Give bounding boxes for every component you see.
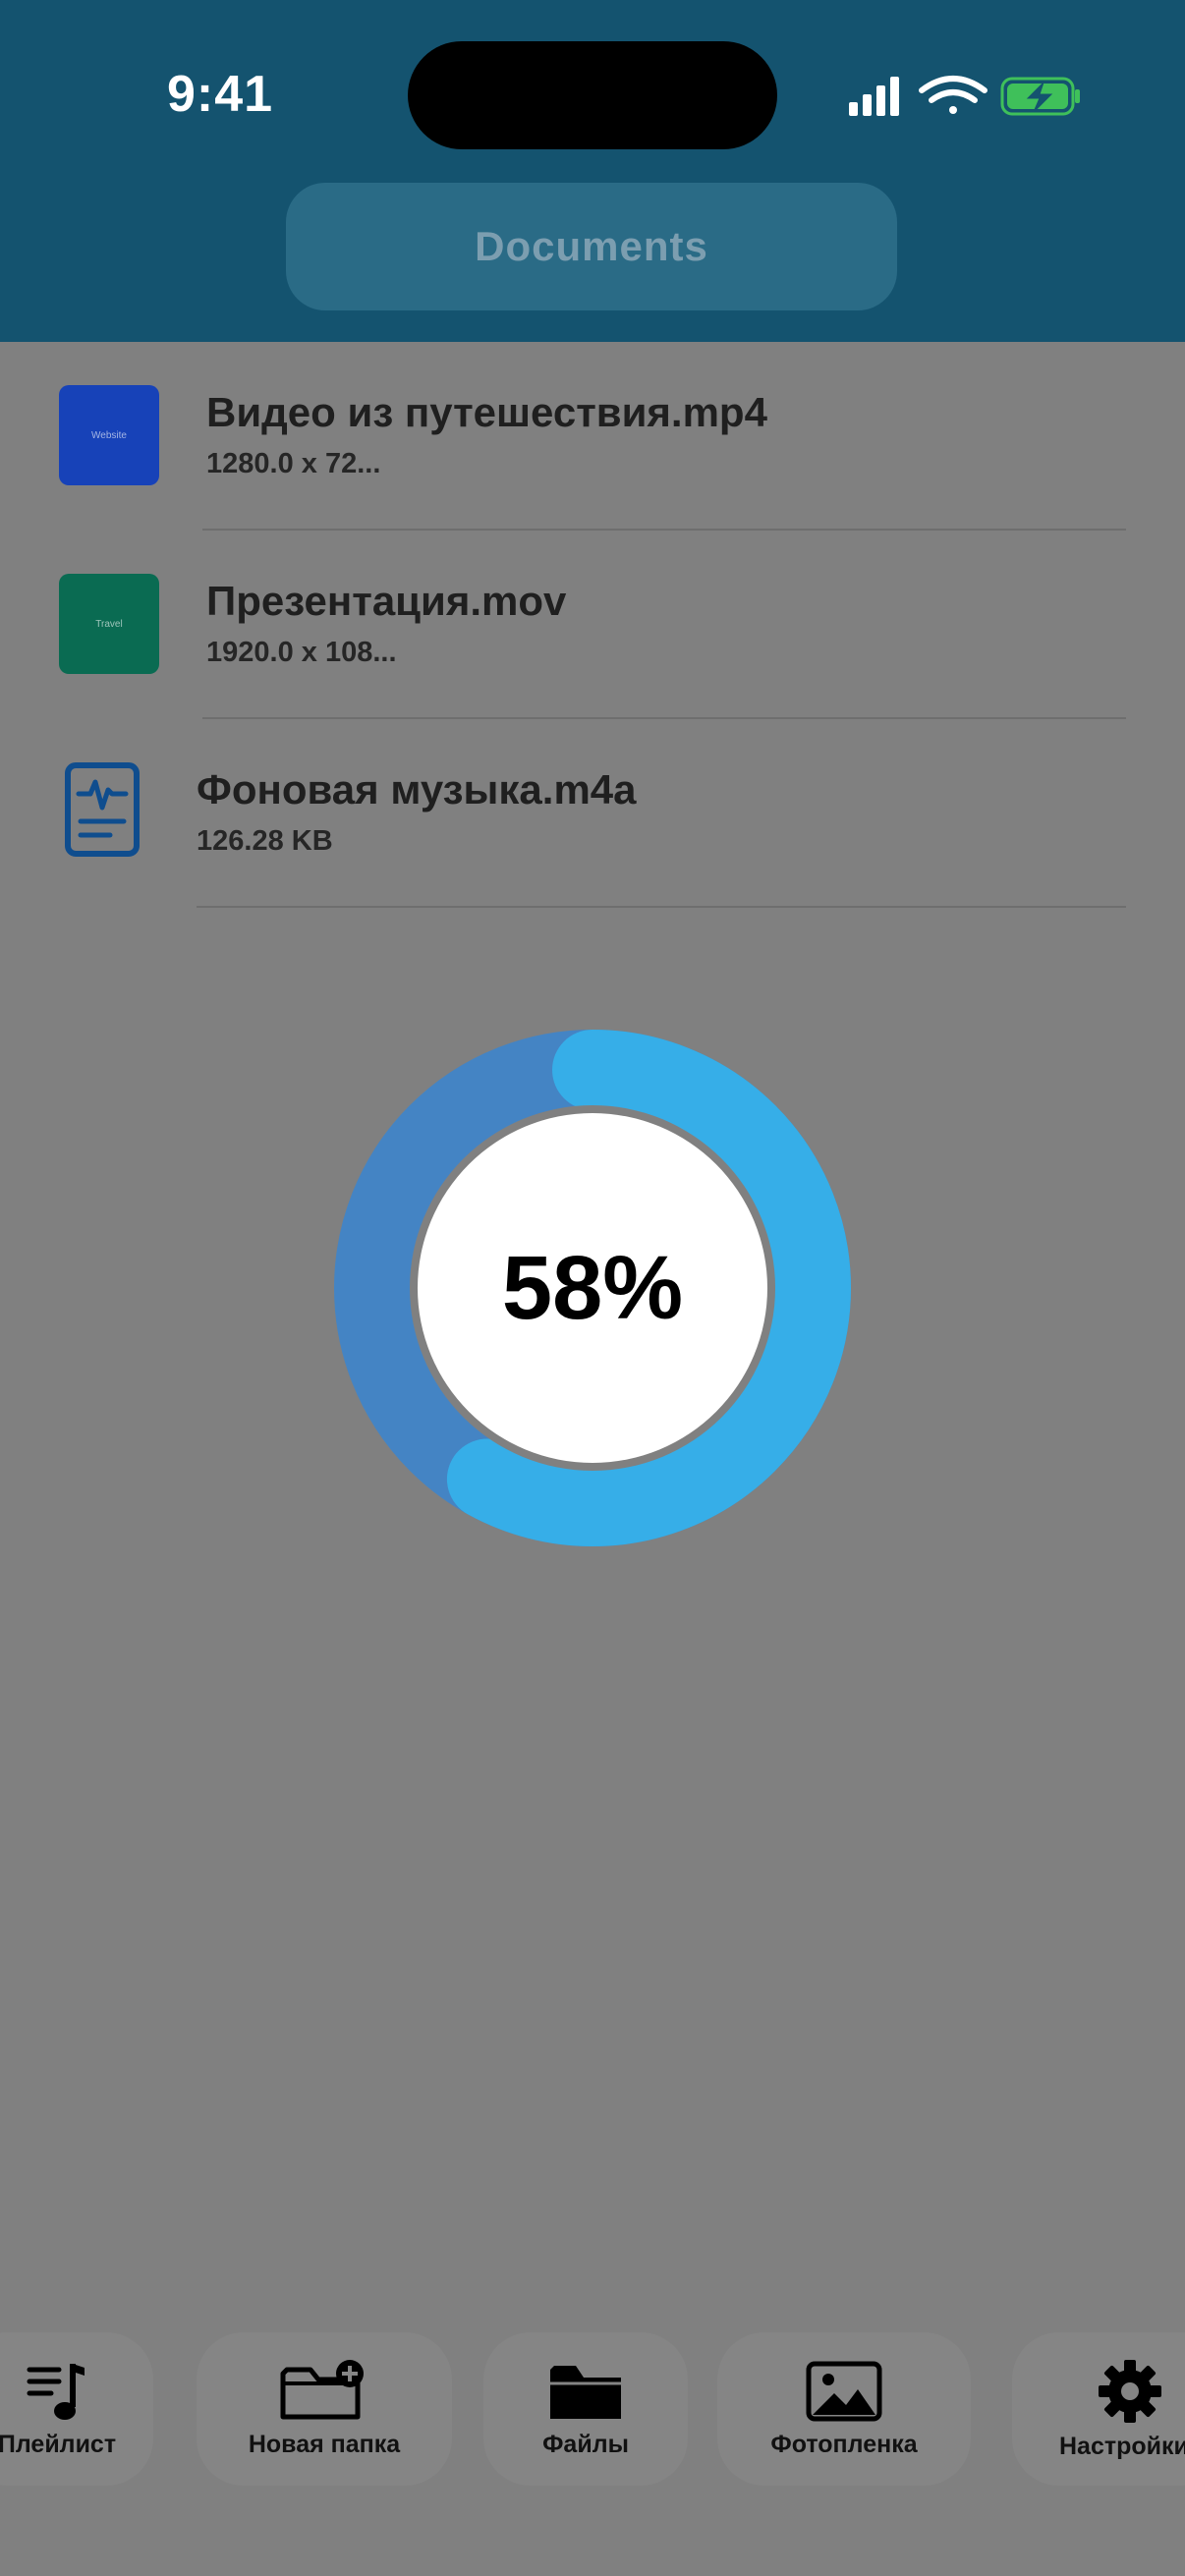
file-name: Видео из путешествия.mp4 (206, 389, 767, 435)
file-name: Фоновая музыка.m4a (197, 766, 637, 812)
progress-center: 58% (418, 1113, 767, 1463)
toolbar-label: Файлы (542, 2430, 629, 2458)
toolbar-label: Настройки (1059, 2432, 1185, 2460)
progress-percent: 58% (501, 1237, 684, 1338)
gear-icon (1099, 2359, 1161, 2423)
progress-indicator: 58% (334, 1030, 851, 1546)
file-dimensions: 1280.0 x 72... (206, 448, 381, 479)
status-time: 9:41 (167, 66, 274, 123)
toolbar-label: Плейлист (0, 2430, 117, 2458)
toolbar-label: Новая папка (248, 2430, 401, 2458)
file-name: Презентация.mov (206, 578, 567, 624)
list-item-video-trip[interactable]: Website Видео из путешествия.mp4 1280.0 … (0, 342, 1185, 531)
toolbar-label: Фотопленка (770, 2430, 918, 2458)
list-item-presentation[interactable]: Travel Презентация.mov 1920.0 x 108... (0, 531, 1185, 719)
cellular-signal-icon (849, 77, 899, 116)
toolbar-settings-button[interactable]: Настройки (1012, 2332, 1185, 2486)
header: 9:41 Documents (0, 0, 1185, 342)
page-title: Documents (475, 223, 708, 269)
status-icons (849, 76, 1080, 116)
toolbar-playlist-button[interactable]: Плейлист (0, 2332, 153, 2486)
toolbar-new-folder-button[interactable]: Новая папка (197, 2332, 452, 2486)
list-item-background-music[interactable]: Фоновая музыка.m4a 126.28 KB (0, 719, 1185, 908)
divider (197, 906, 1126, 908)
audio-file-icon (65, 762, 140, 857)
playlist-icon (27, 2363, 85, 2420)
file-size: 126.28 KB (197, 825, 333, 857)
dynamic-island (408, 41, 777, 149)
battery-icon (1000, 77, 1080, 116)
new-folder-icon (280, 2359, 364, 2419)
toolbar-camera-roll-button[interactable]: Фотопленка (717, 2332, 971, 2486)
photo-icon (806, 2361, 882, 2421)
toolbar-files-button[interactable]: Файлы (483, 2332, 688, 2486)
bottom-toolbar: Плейлист Новая папка Файлы Фотопленка На… (0, 2332, 1185, 2490)
thumbnail-label: Travel (95, 618, 123, 630)
folder-icon (550, 2365, 621, 2419)
thumbnail-label: Website (91, 429, 127, 441)
wifi-icon (919, 76, 988, 114)
file-dimensions: 1920.0 x 108... (206, 637, 397, 668)
video-thumbnail: Website (59, 385, 159, 485)
video-thumbnail: Travel (59, 574, 159, 674)
title-pill[interactable]: Documents (286, 183, 897, 310)
